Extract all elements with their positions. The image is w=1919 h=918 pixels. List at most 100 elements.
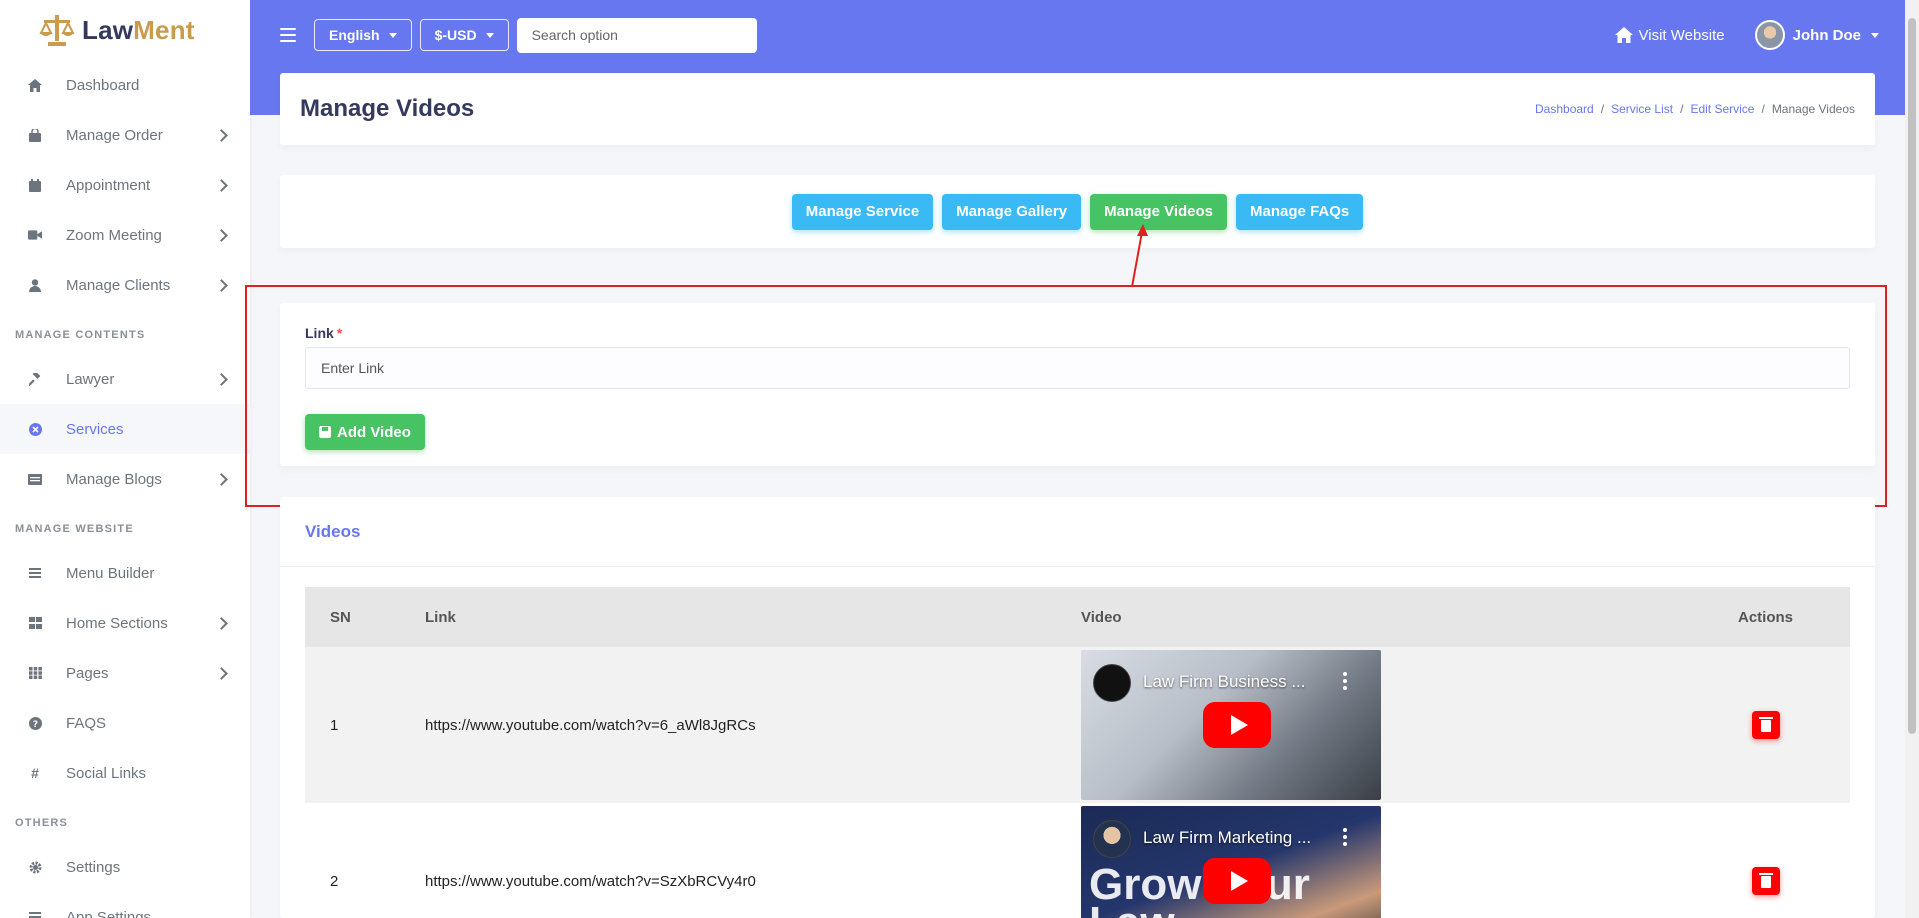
row-actions (1681, 867, 1850, 895)
sidebar-item-menu-builder[interactable]: Menu Builder (0, 548, 250, 598)
currency-dropdown[interactable]: $-USD (419, 19, 509, 51)
table-header: SN Link Video Actions (305, 587, 1850, 647)
video-embed[interactable]: Grow Your Law Law Firm Marketing ... (1081, 806, 1381, 918)
user-icon (28, 278, 42, 292)
breadcrumb-edit-service[interactable]: Edit Service (1690, 102, 1754, 116)
bars-icon (28, 910, 42, 918)
table-row: 1 https://www.youtube.com/watch?v=6_aWl8… (305, 647, 1850, 803)
trash-icon (1758, 717, 1773, 732)
search-input[interactable] (516, 17, 757, 53)
calendar-icon (28, 178, 42, 192)
more-options-icon[interactable] (1343, 672, 1347, 690)
column-header-video: Video (1081, 608, 1122, 626)
sidebar-item-zoom-meeting[interactable]: Zoom Meeting (0, 210, 250, 260)
sidebar-item-social-links[interactable]: # Social Links (0, 748, 250, 798)
visit-website-link[interactable]: Visit Website (1614, 26, 1725, 44)
home-icon (1614, 27, 1633, 43)
hamburger-menu-icon[interactable] (280, 28, 296, 42)
sidebar-item-label: Manage Blogs (66, 470, 162, 488)
add-video-label: Add Video (337, 423, 411, 441)
play-icon[interactable] (1203, 702, 1271, 748)
row-actions (1681, 711, 1850, 739)
sidebar-item-label: App Settings (66, 908, 152, 918)
delete-button[interactable] (1751, 867, 1780, 895)
manage-service-button[interactable]: Manage Service (791, 193, 934, 230)
table-row: 2 https://www.youtube.com/watch?v=SzXbRC… (305, 803, 1850, 918)
grid-icon (28, 616, 42, 630)
sidebar-item-lawyer[interactable]: Lawyer (0, 354, 250, 404)
hash-icon: # (31, 765, 39, 781)
save-icon (319, 426, 331, 438)
sidebar-item-appointment[interactable]: Appointment (0, 160, 250, 210)
videos-table: SN Link Video Actions 1 https://www.yout… (305, 587, 1850, 918)
sidebar-item-manage-clients[interactable]: Manage Clients (0, 260, 250, 310)
manage-videos-button[interactable]: Manage Videos (1090, 193, 1228, 230)
column-header-link: Link (425, 608, 456, 626)
video-title: Law Firm Business ... (1143, 672, 1306, 691)
page-scrollbar[interactable] (1905, 0, 1919, 918)
chevron-right-icon (215, 178, 228, 192)
sidebar-item-dashboard[interactable]: Dashboard (0, 60, 250, 110)
sidebar-item-label: Dashboard (66, 76, 140, 94)
sidebar-item-label: Settings (66, 858, 121, 876)
chevron-right-icon (215, 666, 228, 680)
row-video-cell: Grow Your Law Law Firm Marketing ... (1081, 806, 1681, 918)
brand-name: LawMent (82, 14, 195, 45)
add-video-form: Link* Add Video (280, 303, 1875, 466)
sidebar-item-label: Manage Order (66, 126, 163, 144)
breadcrumb-service-list[interactable]: Service List (1611, 102, 1673, 116)
sidebar-item-settings[interactable]: Settings (0, 842, 250, 892)
pages-icon (28, 666, 42, 680)
column-header-sn: SN (330, 608, 351, 626)
video-icon (28, 228, 42, 242)
sidebar-item-label: Pages (66, 664, 109, 682)
brand-logo[interactable]: LawMent (0, 0, 250, 60)
manage-faqs-button[interactable]: Manage FAQs (1236, 193, 1364, 230)
section-header-manage-website: MANAGE WEBSITE (15, 523, 134, 535)
link-input[interactable] (305, 347, 1850, 389)
section-header-manage-contents: MANAGE CONTENTS (15, 329, 146, 341)
row-video-cell: Law Firm Business ... (1081, 650, 1681, 800)
chevron-right-icon (215, 278, 228, 292)
topbar-right: Visit Website John Doe (1614, 0, 1879, 70)
column-header-actions: Actions (1737, 608, 1793, 626)
manage-gallery-button[interactable]: Manage Gallery (942, 193, 1082, 230)
play-icon[interactable] (1203, 858, 1271, 904)
chevron-right-icon (215, 228, 228, 242)
sidebar-item-home-sections[interactable]: Home Sections (0, 598, 250, 648)
chevron-right-icon (215, 372, 228, 386)
sidebar-item-label: Manage Clients (66, 276, 171, 294)
breadcrumb-dashboard[interactable]: Dashboard (1535, 102, 1594, 116)
sidebar-item-app-settings[interactable]: App Settings (0, 892, 250, 918)
sidebar-item-manage-order[interactable]: Manage Order (0, 110, 250, 160)
visit-website-label: Visit Website (1638, 26, 1725, 44)
page-header-card: Manage Videos Dashboard / Service List /… (280, 73, 1875, 145)
language-dropdown[interactable]: English (314, 19, 412, 51)
section-header-others: OTHERS (15, 817, 69, 829)
chevron-right-icon (215, 128, 228, 142)
sidebar-item-faqs[interactable]: ? FAQS (0, 698, 250, 748)
breadcrumb-separator: / (1761, 102, 1765, 116)
sidebar-item-pages[interactable]: Pages (0, 648, 250, 698)
sidebar-item-manage-blogs[interactable]: Manage Blogs (0, 454, 250, 504)
video-embed[interactable]: Law Firm Business ... (1081, 650, 1381, 800)
row-sn: 1 (330, 716, 339, 734)
add-video-button[interactable]: Add Video (305, 414, 425, 450)
services-icon (28, 422, 42, 436)
more-options-icon[interactable] (1343, 828, 1347, 846)
sidebar-item-services[interactable]: Services (0, 404, 250, 454)
breadcrumb-separator: / (1600, 102, 1605, 116)
sidebar-item-label: Social Links (66, 764, 147, 782)
scrollbar-thumb[interactable] (1908, 18, 1916, 734)
link-label: Link * (305, 325, 343, 341)
user-name: John Doe (1792, 26, 1861, 44)
delete-button[interactable] (1751, 711, 1780, 739)
row-link: https://www.youtube.com/watch?v=SzXbRCVy… (425, 872, 756, 890)
user-dropdown[interactable]: John Doe (1754, 20, 1879, 50)
channel-logo (1093, 820, 1131, 858)
row-link: https://www.youtube.com/watch?v=6_aWl8Jg… (425, 716, 756, 734)
chevron-right-icon (215, 472, 228, 486)
bars-icon (28, 566, 42, 580)
trash-icon (1758, 873, 1773, 888)
breadcrumb-current: Manage Videos (1771, 102, 1855, 116)
